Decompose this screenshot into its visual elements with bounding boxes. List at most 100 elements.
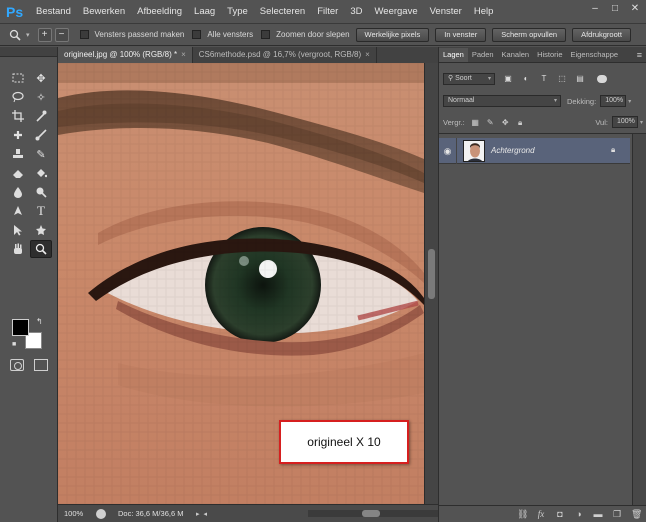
zoom-in-icon[interactable]: +: [37, 27, 52, 42]
layers-scrollbar[interactable]: [632, 134, 646, 506]
pen-tool-icon[interactable]: [7, 202, 29, 220]
custom-shape-tool-icon[interactable]: [30, 221, 52, 239]
tab-paden[interactable]: Paden: [468, 48, 498, 62]
filter-kind-select[interactable]: ⚲ Soort ▾: [443, 73, 495, 85]
shape-filter-icon[interactable]: ⬚: [557, 74, 567, 84]
tab-cs6methode[interactable]: CS6methode.psd @ 16,7% (vergroot, RGB/8)…: [193, 47, 377, 63]
adjustment-layer-icon[interactable]: ◑: [574, 509, 584, 519]
new-layer-icon[interactable]: ❐: [612, 509, 622, 520]
clone-stamp-tool-icon[interactable]: [7, 145, 29, 163]
filter-toggle[interactable]: [597, 75, 607, 83]
tab-origineel[interactable]: origineel.jpg @ 100% (RGB/8) * ×: [58, 47, 193, 63]
menu-bestand[interactable]: Bestand: [36, 6, 71, 17]
tools-panel-header[interactable]: [0, 47, 57, 57]
opacity-field[interactable]: 100%: [600, 95, 627, 107]
menu-3d[interactable]: 3D: [350, 6, 362, 17]
checkbox-box[interactable]: [79, 30, 89, 39]
fill-screen-button[interactable]: Scherm opvullen: [492, 27, 567, 42]
lock-position-icon[interactable]: ✥: [501, 118, 510, 127]
panel-menu-icon[interactable]: ≡: [637, 48, 646, 62]
tab-historie[interactable]: Historie: [533, 48, 566, 62]
close-icon[interactable]: ✕: [630, 4, 640, 14]
chevron-down-icon[interactable]: ▾: [26, 31, 30, 39]
dodge-tool-icon[interactable]: [30, 183, 52, 201]
chevron-down-icon[interactable]: ▾: [628, 98, 631, 105]
menu-afbeelding[interactable]: Afbeelding: [137, 6, 182, 17]
zoom-tool-icon[interactable]: [30, 240, 52, 258]
pixel-filter-icon[interactable]: ▣: [503, 74, 513, 84]
checkbox-box[interactable]: [192, 30, 202, 39]
fill-field[interactable]: 100%: [611, 116, 638, 128]
menu-venster[interactable]: Venster: [430, 6, 462, 17]
tab-lagen[interactable]: Lagen: [439, 48, 468, 62]
chevron-down-icon[interactable]: ▾: [640, 119, 643, 126]
close-tab-icon[interactable]: ×: [365, 50, 370, 59]
foreground-color-swatch[interactable]: [12, 319, 29, 336]
scrubby-zoom-checkbox[interactable]: Zoomen door slepen: [261, 30, 350, 39]
tab-kanalen[interactable]: Kanalen: [498, 48, 534, 62]
history-brush-tool-icon[interactable]: ✎: [30, 145, 52, 163]
fit-screen-button[interactable]: In venster: [435, 27, 487, 42]
menu-bewerken[interactable]: Bewerken: [83, 6, 125, 17]
print-size-button[interactable]: Afdrukgroott: [572, 27, 631, 42]
scroll-thumb[interactable]: [428, 249, 435, 299]
all-windows-checkbox[interactable]: Alle vensters: [192, 30, 253, 39]
menu-help[interactable]: Help: [474, 6, 494, 17]
spot-healing-tool-icon[interactable]: ✚: [7, 126, 29, 144]
restore-icon[interactable]: □: [610, 4, 620, 14]
lock-image-icon[interactable]: ✎: [486, 118, 495, 127]
path-selection-tool-icon[interactable]: [7, 221, 29, 239]
marquee-tool-icon[interactable]: [7, 69, 29, 87]
zoom-level[interactable]: 100%: [58, 509, 92, 518]
quick-mask-icon[interactable]: [10, 359, 24, 371]
minimize-icon[interactable]: –: [590, 4, 600, 14]
layer-name[interactable]: Achtergrond: [491, 146, 535, 155]
menu-selecteren[interactable]: Selecteren: [260, 6, 305, 17]
hand-tool-icon[interactable]: [7, 240, 29, 258]
smart-object-filter-icon[interactable]: ▤: [575, 74, 585, 84]
resize-windows-checkbox[interactable]: Vensters passend maken: [79, 30, 184, 39]
lock-all-icon[interactable]: 🔒︎: [516, 118, 525, 127]
move-tool-icon[interactable]: ✥: [30, 69, 52, 87]
crop-tool-icon[interactable]: [7, 107, 29, 125]
adjustment-filter-icon[interactable]: ◐: [521, 74, 531, 84]
menu-laag[interactable]: Laag: [194, 6, 215, 17]
menu-weergave[interactable]: Weergave: [374, 6, 417, 17]
zoom-tool-preset-icon[interactable]: [4, 26, 26, 44]
type-filter-icon[interactable]: T: [539, 74, 549, 84]
tab-eigenschappen[interactable]: Eigenschappe: [567, 48, 623, 62]
default-colors-icon[interactable]: ■: [12, 341, 20, 349]
paint-bucket-tool-icon[interactable]: [30, 164, 52, 182]
scroll-thumb[interactable]: [362, 510, 380, 517]
eraser-tool-icon[interactable]: [7, 164, 29, 182]
close-tab-icon[interactable]: ×: [181, 50, 186, 59]
magic-wand-tool-icon[interactable]: ✧: [30, 88, 52, 106]
menu-filter[interactable]: Filter: [317, 6, 338, 17]
chevron-down-icon: ▾: [553, 98, 557, 104]
type-tool-icon[interactable]: T: [30, 202, 52, 220]
add-mask-icon[interactable]: ◘: [555, 509, 565, 519]
new-group-icon[interactable]: ▬: [593, 509, 603, 519]
link-layers-icon[interactable]: ⛓: [517, 509, 528, 520]
layer-style-icon[interactable]: fx: [536, 509, 546, 519]
swap-colors-icon[interactable]: ↰: [36, 317, 43, 326]
info-icon[interactable]: [96, 508, 106, 519]
lasso-tool-icon[interactable]: [7, 88, 29, 106]
status-menu-arrow-icon[interactable]: ▸: [196, 510, 200, 518]
actual-pixels-button[interactable]: Werkelijke pixels: [355, 27, 430, 42]
blur-tool-icon[interactable]: [7, 183, 29, 201]
zoom-out-icon[interactable]: −: [54, 27, 69, 42]
document-canvas[interactable]: origineel X 10: [58, 63, 424, 504]
brush-tool-icon[interactable]: [30, 126, 52, 144]
trash-icon[interactable]: 🗑︎: [631, 509, 642, 520]
scroll-left-icon[interactable]: ◂: [204, 510, 208, 518]
eyedropper-tool-icon[interactable]: [30, 107, 52, 125]
lock-transparent-icon[interactable]: ▦: [471, 118, 480, 127]
eye-icon[interactable]: ◉: [439, 137, 457, 164]
checkbox-box[interactable]: [261, 30, 271, 39]
blend-mode-select[interactable]: Normaal ▾: [443, 95, 561, 107]
layer-row-achtergrond[interactable]: ◉ Achtergrond 🔒︎: [439, 137, 630, 164]
vertical-scrollbar[interactable]: [424, 63, 438, 504]
screen-mode-icon[interactable]: [34, 359, 48, 371]
menu-type[interactable]: Type: [227, 6, 248, 17]
